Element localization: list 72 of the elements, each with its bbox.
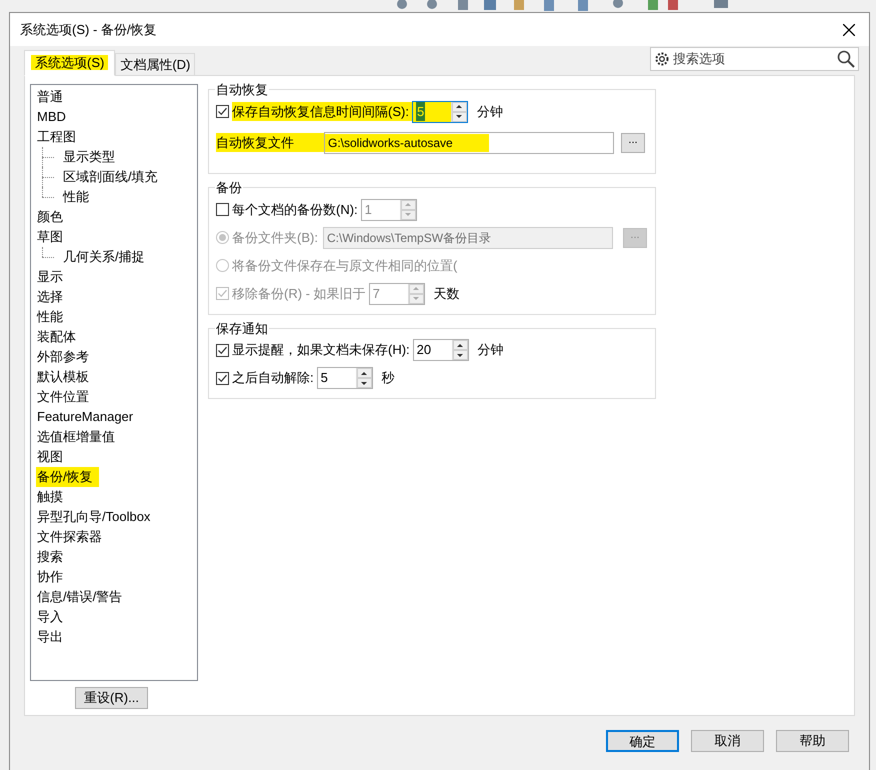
tree-item[interactable]: 外部参考	[36, 347, 90, 367]
tree-item[interactable]: 默认模板	[36, 367, 90, 387]
tree-item[interactable]: 协作	[36, 567, 64, 587]
tree-item[interactable]: 性能	[36, 307, 64, 327]
option-label: 之后自动解除:	[232, 369, 314, 388]
path-field[interactable]: G:\solidworks-autosave	[324, 132, 614, 154]
tree-item[interactable]: 导入	[36, 607, 64, 627]
tree-item[interactable]: 视图	[36, 447, 64, 467]
tree-item[interactable]: 装配体	[36, 327, 77, 347]
tree-item[interactable]: 触摸	[36, 487, 64, 507]
tree-item[interactable]: 选值框增量值	[36, 427, 116, 447]
tab[interactable]: 系统选项(S)	[24, 50, 116, 76]
group-title: 保存通知	[215, 320, 269, 338]
option-label: 将备份文件保存在与原文件相同的位置(	[232, 256, 458, 275]
option-label: 保存自动恢复信息时间间隔(S):	[232, 102, 412, 122]
spin-box[interactable]: 5	[316, 367, 373, 389]
checkbox[interactable]	[216, 372, 229, 384]
option-label: 每个文档的备份数(N):	[232, 200, 358, 219]
tree-item[interactable]: 颜色	[36, 207, 64, 227]
tree-item[interactable]: 显示	[36, 267, 64, 287]
dialog-button[interactable]: 帮助	[776, 730, 849, 752]
tree-item[interactable]: 显示类型	[62, 147, 116, 167]
tree-item[interactable]: 选择	[36, 287, 64, 307]
checkbox[interactable]	[216, 344, 229, 356]
tree-item[interactable]: 文件探索器	[36, 527, 103, 547]
tree-item[interactable]: 搜索	[36, 547, 64, 567]
search-field[interactable]: 搜索选项	[650, 47, 859, 71]
tree-item[interactable]: MBD	[36, 107, 67, 127]
spin-value: 20	[416, 341, 432, 360]
unit-label: 秒	[382, 369, 395, 388]
unit-label: 天数	[434, 284, 460, 303]
search-input: 搜索选项	[673, 49, 834, 69]
window-title: 系统选项(S) - 备份/恢复	[20, 20, 156, 39]
tree-item[interactable]: 工程图	[36, 127, 77, 147]
browse-button[interactable]: ...	[621, 132, 645, 152]
checkbox[interactable]	[216, 105, 229, 118]
spin-value: 5	[320, 369, 328, 388]
dialog-button[interactable]: 取消	[691, 730, 764, 752]
tree-item[interactable]: 草图	[36, 227, 64, 247]
dialog-button[interactable]: 确定	[606, 730, 679, 752]
tab[interactable]: 文档属性(D)	[115, 53, 196, 75]
tree-item[interactable]: 导出	[36, 627, 64, 647]
tree-item[interactable]: FeatureManager	[36, 407, 134, 427]
spin-value: 5	[416, 102, 426, 122]
group-title: 备份	[215, 179, 243, 197]
reset-button[interactable]: 重设(R)...	[75, 687, 148, 709]
spin-value: 7	[372, 284, 380, 303]
option-label: 移除备份(R) - 如果旧于	[232, 284, 366, 303]
checkbox[interactable]	[216, 203, 229, 216]
tree-item[interactable]: 普通	[36, 87, 64, 107]
close-icon	[843, 24, 855, 36]
tree-item[interactable]: 信息/错误/警告	[36, 587, 124, 607]
settings-icon	[654, 51, 670, 67]
unit-label: 分钟	[476, 102, 503, 121]
tree-item[interactable]: 性能	[62, 187, 90, 207]
unit-label: 分钟	[478, 341, 504, 360]
tree-item[interactable]: 区域剖面线/填充	[62, 167, 159, 187]
option-label: 显示提醒，如果文档未保存(H):	[232, 341, 410, 360]
spin-box[interactable]: 20	[412, 339, 469, 361]
spin-arrows-icon[interactable]	[356, 368, 372, 388]
search-icon	[837, 50, 855, 68]
spin-arrows-icon[interactable]	[450, 102, 467, 122]
spin-arrows-icon[interactable]	[452, 340, 468, 360]
option-label: 备份文件夹(B):	[232, 228, 319, 247]
tree-item[interactable]: 异型孔向导/Toolbox	[36, 507, 152, 527]
tree-item[interactable]: 文件位置	[36, 387, 90, 407]
tree-item[interactable]: 几何关系/捕捉	[62, 247, 146, 267]
option-label: 自动恢复文件	[216, 132, 324, 152]
spin-value: 1	[364, 200, 372, 219]
spin-box[interactable]: 5	[412, 100, 468, 122]
tree-item[interactable]: 备份/恢复	[36, 467, 99, 487]
group-title: 自动恢复	[215, 81, 269, 99]
